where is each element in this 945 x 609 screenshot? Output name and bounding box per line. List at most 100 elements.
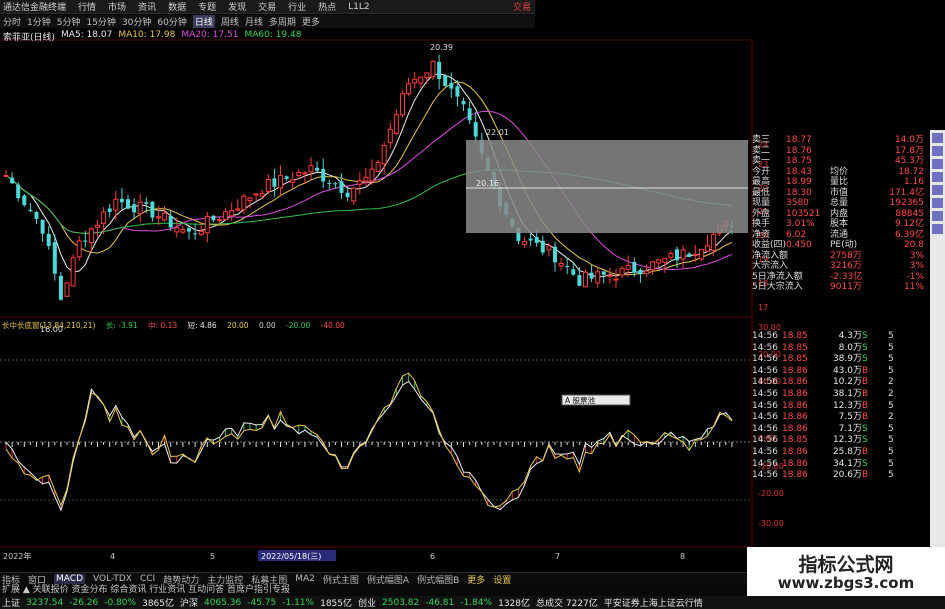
kline-chart[interactable]: 20.39 16.00 22.01 20.16 24 23 22 21 20 1… (0, 30, 930, 570)
tab-private[interactable]: 私募主图 (251, 573, 287, 586)
candle-body (345, 192, 350, 198)
period-30m[interactable]: 30分钟 (122, 15, 151, 28)
menu-trade[interactable]: 交易 (258, 0, 276, 13)
menu-data[interactable]: 数据 (168, 0, 186, 13)
toolbar-icon[interactable] (932, 159, 943, 169)
period-month[interactable]: 月线 (245, 15, 263, 28)
menu-topic[interactable]: 专题 (198, 0, 216, 13)
tab-macd[interactable]: MACD (54, 574, 86, 584)
quote-cell: 净资 (752, 229, 771, 240)
quote-cell: 卖三 (752, 135, 771, 145)
candle-body (613, 278, 619, 281)
tick-cell: 18.86 (782, 412, 808, 423)
period-week[interactable]: 周线 (221, 15, 239, 28)
menu-l1l2[interactable]: L1L2 (348, 2, 369, 12)
tab-more[interactable]: 更多 (467, 573, 485, 586)
period-5m[interactable]: 5分钟 (57, 15, 81, 28)
tab-settings[interactable]: 设置 (493, 573, 511, 586)
quote-row: 最低 18.30 市值 171.4亿 (752, 188, 932, 199)
tab-ma2[interactable]: MA2 (295, 574, 315, 584)
tick-cell: S (862, 458, 868, 469)
tab-trend[interactable]: 趋势动力 (163, 573, 199, 586)
candle-body (174, 227, 180, 233)
period-1m[interactable]: 1分钟 (27, 15, 51, 28)
period-more[interactable]: 更多 (302, 15, 320, 28)
period-15m[interactable]: 15分钟 (86, 15, 115, 28)
toolbar-icon[interactable] (932, 198, 943, 208)
candle-body (70, 257, 76, 287)
tooltip-text: A 股票池 (565, 395, 596, 405)
idx-sh-chg: -26.26 (69, 597, 99, 608)
candle-body (589, 272, 594, 279)
menu-hot[interactable]: 热点 (318, 0, 336, 13)
tick-cell: 5 (888, 331, 894, 341)
ma10-label: MA10: 17.98 (118, 30, 176, 40)
idx-sh-name[interactable]: 上证 (2, 596, 20, 609)
tick-cell: 14:56 (752, 435, 778, 446)
idx-cy-amt: 1328亿 (498, 599, 530, 609)
period-day[interactable]: 日线 (192, 15, 215, 28)
ind-tick: -20.00 (758, 489, 784, 498)
toolbar-icon[interactable] (932, 172, 943, 182)
ind-tick: -30.00 (758, 519, 784, 528)
tick-cell: B (862, 377, 869, 388)
quote-cell: 18.76 (786, 145, 812, 156)
period-tick[interactable]: 分时 (3, 15, 21, 28)
tick-cell: 43.0万 (832, 365, 862, 376)
toolbar-icon[interactable] (932, 211, 943, 221)
candle-body (101, 211, 107, 225)
quote-cell (786, 282, 830, 293)
tab-main[interactable]: 主力监控 (207, 573, 243, 586)
tick-cell: 18.86 (782, 365, 808, 376)
toolbar-icon[interactable] (932, 185, 943, 195)
toolbar-icon[interactable] (932, 133, 943, 143)
tick-cell: 14:56 (752, 458, 778, 469)
tick-cell: B (862, 412, 869, 423)
menu-discover[interactable]: 发现 (228, 0, 246, 13)
candle-body (406, 83, 412, 95)
trade-link[interactable]: 交易 (513, 0, 531, 13)
tab-cci[interactable]: CCI (140, 574, 155, 584)
tab-vol[interactable]: VOL-TDX (93, 574, 132, 584)
menu-industry[interactable]: 行业 (288, 0, 306, 13)
tab-indicator[interactable]: 指标 (2, 573, 20, 586)
candle-body (387, 128, 393, 144)
quote-row: 外盘 103521 内盘 88845 (752, 209, 932, 220)
idx-cy-name[interactable]: 创业 (358, 596, 376, 609)
candle-body (321, 168, 326, 182)
quote-cell: 18.77 (786, 135, 812, 145)
tick-cell: 14:56 (752, 365, 778, 376)
candle-body (76, 240, 82, 258)
menu-hq[interactable]: 行情 (78, 0, 96, 13)
period-60m[interactable]: 60分钟 (157, 15, 186, 28)
tick-cell: S (862, 342, 868, 353)
quote-cell: 5日净流入额 (752, 271, 803, 282)
candle-body (393, 114, 399, 134)
quote-cell: 量比 (830, 177, 849, 187)
idx-hs-name[interactable]: 沪深 (180, 596, 198, 609)
menu-market[interactable]: 市场 (108, 0, 126, 13)
candle-body (253, 193, 259, 196)
tab-style-b[interactable]: 例式幅图B (417, 573, 459, 586)
quote-cell: 1.16 (903, 177, 924, 187)
tab-window[interactable]: 窗口 (28, 573, 46, 586)
candle-body (443, 75, 448, 87)
tick-cell: 8.0万 (838, 342, 862, 353)
date-tick: 6 (430, 552, 435, 561)
quote-cell: 3% (909, 261, 924, 271)
candle-body (553, 246, 557, 263)
candle-body (449, 83, 454, 89)
tick-row: 14:56 18.86 10.2万 B 2 (752, 377, 932, 389)
date-cursor: 2022/05/18(三) (261, 552, 321, 561)
menu-news[interactable]: 资讯 (138, 0, 156, 13)
period-multi[interactable]: 多周期 (269, 15, 296, 28)
selection-box[interactable] (466, 140, 748, 233)
quote-cell (786, 272, 830, 283)
toolbar-icon[interactable] (932, 146, 943, 156)
toolbar-icon[interactable] (932, 224, 943, 234)
quote-cell: 0.450 (786, 240, 812, 250)
tick-row: 14:56 18.86 25.8万 B 5 (752, 447, 932, 459)
tab-style-main[interactable]: 例式主图 (323, 573, 359, 586)
candle-body (546, 245, 552, 251)
tab-style-a[interactable]: 例式幅图A (367, 573, 409, 586)
